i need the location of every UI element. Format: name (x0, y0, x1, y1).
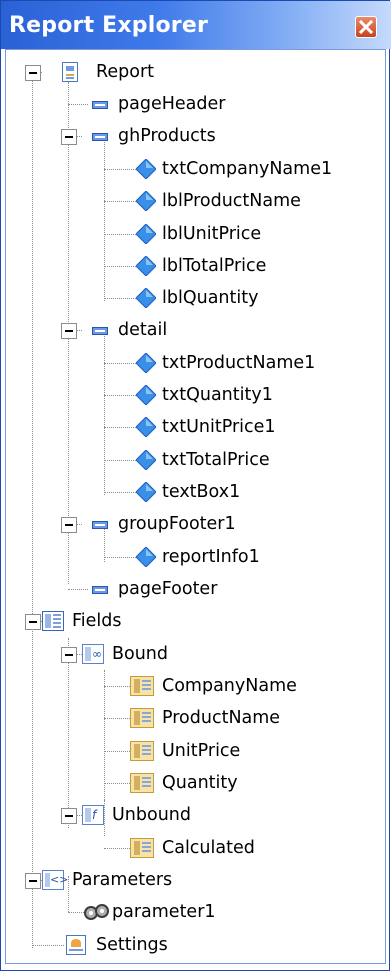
tree-line (104, 363, 136, 364)
collapse-toggle[interactable] (61, 808, 77, 824)
tree-line (104, 800, 105, 836)
tree-node-label: CompanyName (162, 676, 297, 696)
tree-node-label: UnitPrice (162, 741, 241, 761)
tree-node-label: txtProductName1 (162, 353, 316, 373)
tree-line (32, 945, 64, 946)
unbound-fields-icon: f (82, 805, 104, 825)
tree-node-label: detail (118, 320, 168, 340)
tree-line (104, 201, 136, 202)
field-icon (130, 708, 154, 728)
tree-line (104, 460, 136, 461)
section-icon (92, 133, 108, 141)
tree-node-label: lblQuantity (162, 288, 259, 308)
gear-icon (84, 904, 109, 920)
window-title: Report Explorer (9, 13, 208, 38)
tree-node-label: pageFooter (118, 579, 218, 599)
tree-line (104, 848, 130, 849)
tree-line (104, 169, 136, 170)
close-button[interactable] (355, 16, 377, 38)
tree-line (68, 589, 88, 590)
field-icon (130, 838, 154, 858)
tree-line (104, 783, 130, 784)
collapse-toggle[interactable] (61, 517, 77, 533)
control-diamond-icon (136, 191, 156, 211)
section-icon (92, 586, 108, 594)
control-diamond-icon (136, 224, 156, 244)
tree-line (32, 72, 33, 948)
collapse-toggle[interactable] (61, 323, 77, 339)
fields-icon (42, 611, 64, 631)
report-icon (62, 62, 78, 82)
tree-node-label: Calculated (162, 838, 255, 858)
tree-node-label: lblProductName (162, 191, 301, 211)
tree-node-label: lblTotalPrice (162, 256, 267, 276)
section-icon (92, 521, 108, 529)
bound-fields-icon: ∞ (82, 644, 104, 664)
tree-node-label: Unbound (112, 805, 192, 825)
tree-node-label: Parameters (72, 870, 173, 890)
tree-node-label: textBox1 (162, 482, 241, 502)
tree-line (104, 395, 136, 396)
tree-line (104, 332, 105, 495)
tree-node-label: ProductName (162, 708, 281, 728)
tree-line (104, 298, 136, 299)
tree-node-label: pageHeader (118, 94, 226, 114)
control-diamond-icon (136, 159, 156, 179)
tree-line (68, 638, 69, 828)
section-icon (92, 327, 108, 335)
title-bar: Report Explorer (1, 1, 391, 49)
field-icon (130, 676, 154, 696)
tree-line (104, 670, 105, 800)
collapse-toggle[interactable] (61, 129, 77, 145)
field-icon (130, 773, 154, 793)
tree-line (104, 266, 136, 267)
tree-node-label: Report (96, 62, 155, 82)
control-diamond-icon (136, 256, 156, 276)
tree-node-label: reportInfo1 (162, 547, 260, 567)
control-diamond-icon (136, 353, 156, 373)
tree-node-label: parameter1 (112, 902, 216, 922)
control-diamond-icon (136, 288, 156, 308)
tree-node-label: txtTotalPrice (162, 450, 270, 470)
tree-node-label: groupFooter1 (118, 514, 236, 534)
tree-line (104, 718, 130, 719)
collapse-toggle[interactable] (25, 873, 41, 889)
tree-node-label: ghProducts (118, 126, 216, 146)
parameters-icon: <> (42, 870, 68, 890)
report-explorer-window: Report Explorer Report pageHeader ghProd… (0, 0, 391, 971)
tree-node-label: Bound (112, 644, 169, 664)
control-diamond-icon (136, 482, 156, 502)
close-icon (358, 19, 374, 35)
control-diamond-icon (136, 547, 156, 567)
tree-line (68, 104, 88, 105)
tree-line (104, 751, 130, 752)
control-diamond-icon (136, 385, 156, 405)
tree-line (104, 686, 130, 687)
tree-node-label: lblUnitPrice (162, 224, 262, 244)
tree-line (104, 138, 105, 301)
tree-node-label: Settings (96, 935, 168, 955)
settings-icon (66, 935, 86, 955)
tree-node-label: txtUnitPrice1 (162, 417, 276, 437)
tree-line (104, 492, 136, 493)
collapse-toggle[interactable] (25, 614, 41, 630)
collapse-toggle[interactable] (61, 647, 77, 663)
tree-line (104, 557, 136, 558)
tree-view[interactable]: Report pageHeader ghProducts txtCompanyN… (5, 49, 386, 964)
tree-node-label: Quantity (162, 773, 238, 793)
tree-line (104, 427, 136, 428)
collapse-toggle[interactable] (25, 65, 41, 81)
section-icon (92, 101, 108, 109)
tree-node-label: txtCompanyName1 (162, 159, 333, 179)
tree-line (104, 234, 136, 235)
tree-node-label: Fields (72, 611, 122, 631)
tree-node-label: txtQuantity1 (162, 385, 273, 405)
field-icon (130, 741, 154, 761)
control-diamond-icon (136, 450, 156, 470)
control-diamond-icon (136, 417, 156, 437)
